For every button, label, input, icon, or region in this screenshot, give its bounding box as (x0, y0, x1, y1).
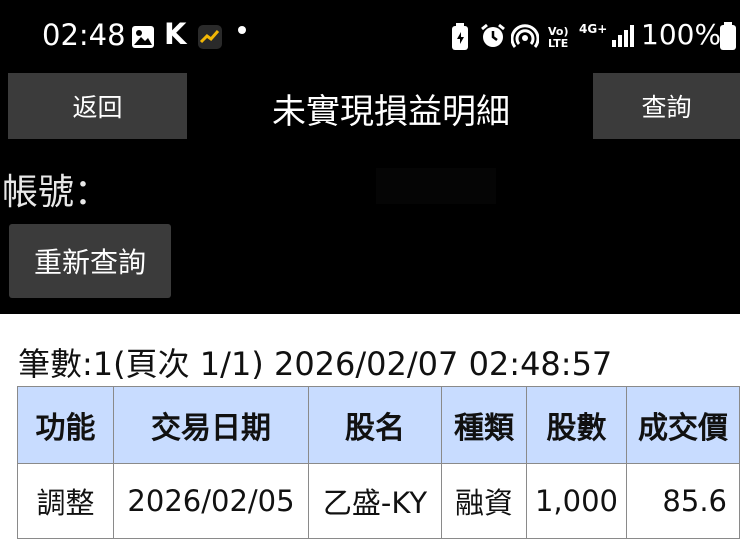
query-button[interactable]: 查詢 (593, 73, 740, 139)
cell-price: 85.6 (626, 463, 740, 539)
unrealized-pnl-table: 功能 交易日期 股名 種類 股數 成交價 調整 2026/02/05 乙盛-KY… (17, 386, 740, 539)
requery-button[interactable]: 重新查詢 (9, 224, 171, 298)
volte-icon: Vo) LTE (548, 25, 569, 50)
requery-button-label: 重新查詢 (33, 246, 146, 279)
battery-saver-icon (452, 23, 468, 50)
alarm-icon (481, 23, 505, 47)
page-title: 未實現損益明細 (272, 92, 510, 132)
back-button-label: 返回 (72, 93, 123, 122)
record-summary: 筆數:1(頁次 1/1) 2026/02/07 02:48:57 (18, 345, 613, 383)
back-button[interactable]: 返回 (8, 73, 187, 139)
stock-chart-icon (198, 25, 222, 49)
cell-shares: 1,000 (526, 463, 627, 539)
account-label: 帳號： (2, 172, 111, 213)
header-type: 種類 (441, 386, 527, 464)
stock-name-link[interactable]: 乙盛-KY (308, 463, 442, 539)
status-time: 02:48 (42, 18, 126, 52)
network-4g-icon: 4G+ (579, 22, 608, 36)
table-row: 調整 2026/02/05 乙盛-KY 融資 1,000 85.6 (17, 463, 740, 539)
header-action: 功能 (17, 386, 114, 464)
cell-type: 融資 (441, 463, 527, 539)
account-value-masked (376, 168, 496, 204)
image-icon (132, 26, 154, 48)
query-button-label: 查詢 (641, 93, 692, 122)
table-header-row: 功能 交易日期 股名 種類 股數 成交價 (17, 386, 740, 464)
header-price: 成交價 (626, 386, 740, 464)
dot-icon (238, 26, 246, 34)
signal-icon (612, 25, 634, 47)
cell-trade-date: 2026/02/05 (113, 463, 309, 539)
k-app-icon: K (164, 17, 187, 51)
header-stock-name: 股名 (308, 386, 442, 464)
header-shares: 股數 (526, 386, 627, 464)
adjust-action[interactable]: 調整 (17, 463, 114, 539)
battery-percent: 100% (641, 18, 722, 51)
hotspot-icon (511, 24, 539, 48)
status-bar: 02:48 K Vo) LTE 4G+ 100% (0, 0, 740, 72)
header-trade-date: 交易日期 (113, 386, 309, 464)
battery-icon (720, 22, 736, 50)
